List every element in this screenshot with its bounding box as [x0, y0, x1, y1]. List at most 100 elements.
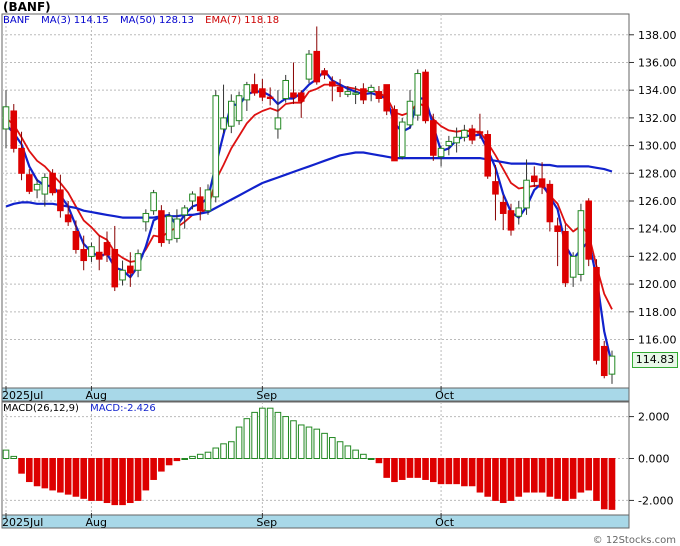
macd-bar	[80, 458, 87, 499]
candle-body	[290, 92, 297, 98]
stock-chart: 116.00 118.00 120.00 122.00 124.00 126.00 128.…	[1, 13, 677, 529]
macd-bar	[476, 458, 484, 493]
price-y-tick-label: 132.00	[638, 112, 677, 125]
macd-x-tick-label: Aug	[85, 516, 106, 529]
macd-bar	[383, 458, 390, 478]
macd-bar	[158, 458, 165, 472]
macd-bar	[523, 458, 530, 493]
macd-bar	[243, 418, 251, 459]
candle-body	[391, 109, 398, 162]
candle-body	[492, 181, 499, 195]
candle-body	[259, 88, 266, 98]
candle-body	[88, 246, 95, 257]
macd-bar	[445, 458, 453, 485]
macd-bar	[297, 424, 305, 460]
macd-bar	[181, 458, 188, 460]
candle-body	[523, 179, 530, 209]
macd-y-tick-label: -2.000	[638, 494, 673, 507]
candle-body	[2, 106, 10, 130]
macd-bar	[127, 458, 134, 504]
macd-bar	[49, 458, 56, 491]
candle-body	[336, 86, 344, 93]
candle-body	[57, 189, 64, 212]
macd-bar	[562, 458, 569, 501]
macd-bar	[274, 411, 282, 459]
candle-body	[127, 265, 134, 274]
macd-bar	[593, 458, 600, 501]
macd-bar	[398, 458, 406, 480]
macd-bar	[142, 458, 150, 491]
candle-body	[569, 255, 577, 278]
candle-body	[430, 120, 437, 156]
price-y-tick-label: 124.00	[638, 223, 677, 236]
legend-ema7: EMA(7) 118.18	[205, 15, 279, 26]
candle-body	[593, 266, 600, 361]
price-x-tick-label: Aug	[85, 389, 106, 402]
candle-body	[422, 71, 429, 122]
candle-body	[329, 81, 336, 87]
macd-x-tick-label: 2025Jul	[2, 516, 43, 529]
candle-body	[375, 91, 383, 99]
macd-bar	[41, 458, 49, 489]
price-x-tick-label: 2025Jul	[2, 389, 43, 402]
legend-ma50: MA(50) 128.13	[120, 15, 194, 26]
legend-ma3-label: MA(3)	[41, 15, 71, 26]
candle-body	[398, 121, 406, 158]
macd-bar	[204, 451, 212, 460]
macd-bar	[585, 458, 592, 491]
candle-body	[562, 230, 569, 284]
watermark: © 12Stocks.com	[592, 535, 676, 546]
price-y-tick-label: 136.00	[638, 56, 677, 69]
candle-body	[18, 147, 25, 174]
candle-body	[212, 95, 220, 198]
candle-body	[352, 92, 359, 95]
macd-bar	[103, 458, 111, 504]
macd-bar	[329, 437, 336, 459]
macd-y-tick-label: 2.000	[638, 411, 670, 424]
candle-body	[181, 207, 188, 216]
candle-body	[515, 207, 523, 217]
legend-symbol: BANF	[3, 15, 30, 26]
candle-body	[367, 86, 375, 93]
macd-bar	[499, 458, 507, 504]
candle-body	[360, 88, 367, 101]
candle-body	[445, 140, 453, 147]
macd-bar	[375, 458, 383, 464]
last-price-badge: 114.83	[632, 352, 678, 368]
price-y-tick-label: 122.00	[638, 250, 677, 263]
macd-bar	[33, 458, 41, 487]
candle-body	[297, 92, 305, 102]
candle-body	[608, 355, 616, 375]
candle-body	[313, 50, 321, 83]
candle-body	[103, 242, 111, 256]
candle-body	[507, 210, 515, 231]
macd-bar	[150, 458, 157, 480]
candle-body	[585, 200, 592, 260]
macd-bar	[336, 441, 344, 460]
candle-body	[274, 117, 282, 130]
legend-ma50-value: 128.13	[158, 15, 194, 26]
macd-bar	[259, 407, 266, 460]
candle-body	[228, 100, 235, 127]
macd-x-tick-label: Sep	[256, 516, 277, 529]
price-y-tick-label: 116.00	[638, 334, 677, 347]
legend-ma3: MA(3) 114.15	[41, 15, 109, 26]
macd-bar	[600, 458, 608, 510]
candle-body	[204, 189, 212, 212]
candle-body	[531, 175, 538, 183]
macd-bar	[228, 441, 235, 460]
candle-body	[600, 345, 608, 377]
price-y-tick-label: 120.00	[638, 278, 677, 291]
candle-body	[142, 212, 150, 223]
macd-bar	[173, 458, 181, 462]
macd-bar	[165, 458, 173, 466]
macd-bar	[111, 458, 119, 506]
macd-y-axis: 2.000 0.000 -2.000	[629, 411, 673, 507]
macd-value-label: MACD:-2.426	[90, 403, 156, 414]
candle-body	[10, 110, 18, 149]
macd-x-tick-label: Oct	[435, 516, 455, 529]
macd-bar	[414, 458, 422, 478]
macd-bar	[290, 420, 297, 459]
macd-bar	[422, 458, 429, 480]
price-x-tick-label: Oct	[435, 389, 455, 402]
